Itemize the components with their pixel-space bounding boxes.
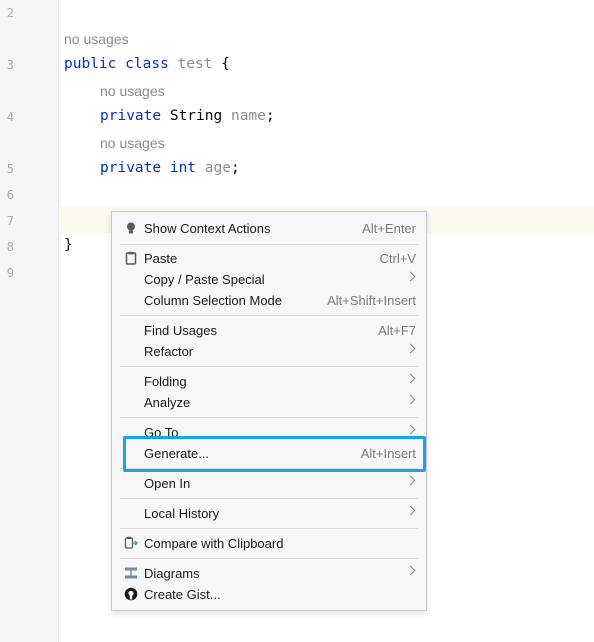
keyword: private bbox=[100, 160, 162, 176]
menu-item-label: Column Selection Mode bbox=[144, 293, 283, 308]
menu-item-create-gist[interactable]: Create Gist... bbox=[112, 584, 426, 605]
chevron-right-icon bbox=[405, 424, 416, 435]
code-line-close-brace[interactable]: } bbox=[64, 237, 73, 253]
line-number: 6 bbox=[6, 188, 14, 202]
line-number: 7 bbox=[6, 214, 14, 228]
chevron-right-icon bbox=[405, 565, 416, 576]
menu-item-shortcut: Alt+Shift+Insert bbox=[327, 293, 416, 308]
semicolon: ; bbox=[265, 108, 275, 124]
line-number-gutter bbox=[0, 0, 59, 642]
menu-item-label: Copy / Paste Special bbox=[144, 272, 265, 287]
menu-separator bbox=[120, 528, 418, 529]
semicolon: ; bbox=[230, 160, 240, 176]
menu-item-label: Refactor bbox=[144, 344, 194, 359]
menu-item-refactor[interactable]: Refactor bbox=[112, 341, 426, 362]
menu-item-column-selection-mode[interactable]: Column Selection Mode Alt+Shift+Insert bbox=[112, 290, 426, 311]
menu-item-copy-paste-special[interactable]: Copy / Paste Special bbox=[112, 269, 426, 290]
chevron-right-icon bbox=[405, 271, 416, 282]
github-icon bbox=[124, 587, 138, 601]
usage-hint[interactable]: no usages bbox=[100, 135, 165, 151]
compare-clipboard-icon bbox=[124, 536, 138, 549]
line-number: 9 bbox=[6, 266, 14, 280]
line-number: 2 bbox=[6, 6, 14, 20]
menu-item-label: Show Context Actions bbox=[144, 221, 271, 236]
context-menu: Show Context Actions Alt+Enter Paste Ctr… bbox=[111, 211, 427, 611]
class-name: test bbox=[177, 56, 213, 72]
menu-item-folding[interactable]: Folding bbox=[112, 371, 426, 392]
line-number: 8 bbox=[6, 240, 14, 254]
code-line-field-age[interactable]: private int age; bbox=[100, 160, 240, 176]
menu-item-label: Open In bbox=[144, 476, 191, 491]
diagram-icon bbox=[125, 567, 137, 579]
menu-item-shortcut: Ctrl+V bbox=[379, 251, 416, 266]
menu-item-shortcut: Alt+Enter bbox=[362, 221, 416, 236]
menu-item-find-usages[interactable]: Find Usages Alt+F7 bbox=[112, 320, 426, 341]
chevron-right-icon bbox=[405, 505, 416, 516]
line-number: 3 bbox=[6, 58, 14, 72]
generate-highlight-box bbox=[123, 436, 426, 472]
menu-item-show-context-actions[interactable]: Show Context Actions Alt+Enter bbox=[112, 218, 426, 239]
menu-separator bbox=[120, 558, 418, 559]
menu-separator bbox=[120, 244, 418, 245]
menu-item-label: Compare with Clipboard bbox=[144, 536, 284, 551]
menu-item-label: Folding bbox=[144, 374, 187, 389]
close-brace: } bbox=[64, 237, 73, 253]
menu-item-local-history[interactable]: Local History bbox=[112, 503, 426, 524]
code-line-field-name[interactable]: private String name; bbox=[100, 108, 275, 124]
line-number: 4 bbox=[6, 110, 14, 124]
type-name: String bbox=[169, 108, 223, 124]
menu-item-shortcut: Alt+F7 bbox=[378, 323, 416, 338]
menu-separator bbox=[120, 498, 418, 499]
line-number: 5 bbox=[6, 162, 14, 176]
menu-item-analyze[interactable]: Analyze bbox=[112, 392, 426, 413]
menu-item-label: Create Gist... bbox=[144, 587, 221, 602]
menu-item-label: Find Usages bbox=[144, 323, 217, 338]
chevron-right-icon bbox=[405, 343, 416, 354]
menu-separator bbox=[120, 315, 418, 316]
keyword: private bbox=[100, 108, 162, 124]
usage-hint[interactable]: no usages bbox=[64, 31, 129, 47]
menu-item-label: Diagrams bbox=[144, 566, 200, 581]
lightbulb-icon bbox=[127, 222, 135, 234]
menu-item-open-in[interactable]: Open In bbox=[112, 473, 426, 494]
chevron-right-icon bbox=[405, 475, 416, 486]
code-line-class-declaration[interactable]: public class test { bbox=[64, 56, 230, 72]
open-brace: { bbox=[221, 56, 230, 72]
menu-separator bbox=[120, 417, 418, 418]
keyword: class bbox=[125, 56, 169, 72]
menu-item-compare-with-clipboard[interactable]: Compare with Clipboard bbox=[112, 533, 426, 554]
menu-item-label: Paste bbox=[144, 251, 178, 266]
chevron-right-icon bbox=[405, 373, 416, 384]
clipboard-icon bbox=[125, 251, 137, 265]
type-name: int bbox=[169, 160, 197, 176]
chevron-right-icon bbox=[405, 394, 416, 405]
menu-item-label: Local History bbox=[144, 506, 220, 521]
usage-hint[interactable]: no usages bbox=[100, 83, 165, 99]
field-name: age bbox=[204, 160, 231, 176]
field-name: name bbox=[230, 108, 266, 124]
menu-item-paste[interactable]: Paste Ctrl+V bbox=[112, 248, 426, 269]
menu-item-diagrams[interactable]: Diagrams bbox=[112, 563, 426, 584]
menu-item-label: Analyze bbox=[144, 395, 191, 410]
keyword: public bbox=[64, 56, 117, 72]
menu-separator bbox=[120, 366, 418, 367]
